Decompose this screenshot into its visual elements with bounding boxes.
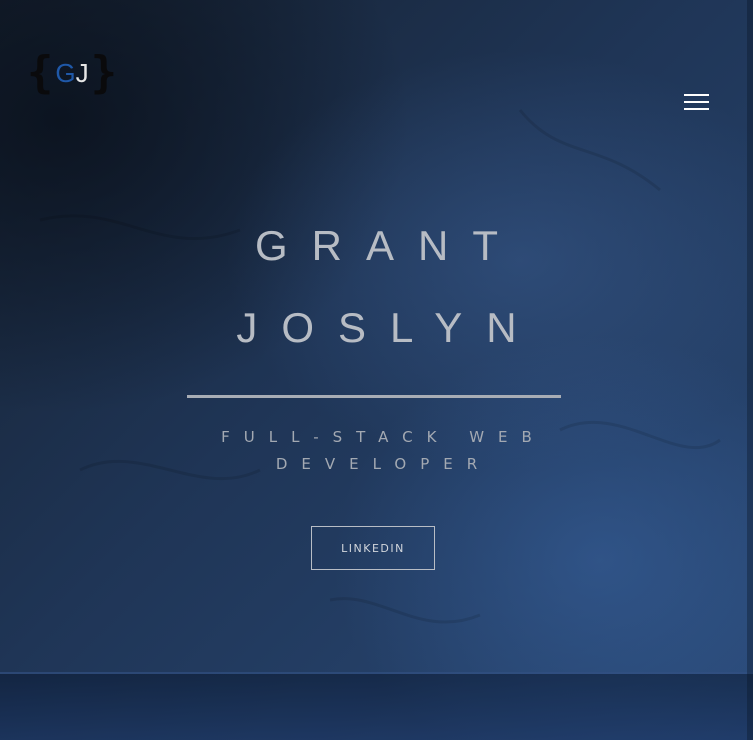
hero-divider <box>187 395 561 398</box>
hero-last-name: JOSLYN <box>236 304 541 351</box>
hero-first-name: GRANT <box>255 222 522 269</box>
linkedin-button[interactable]: LINKEDIN <box>311 526 435 570</box>
hero-section: GRANT JOSLYN FULL-STACK WEB DEVELOPER LI… <box>0 0 753 740</box>
hero-subtitle-line-2: DEVELOPER <box>275 455 492 473</box>
hero-subtitle-line-1: FULL-STACK WEB <box>221 428 546 446</box>
